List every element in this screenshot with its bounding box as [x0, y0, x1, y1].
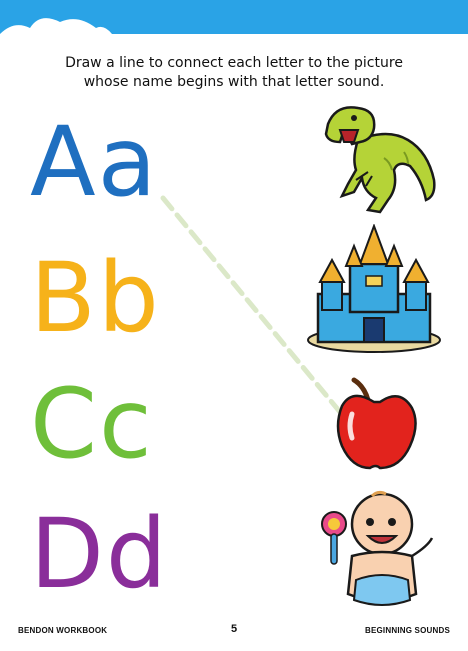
letter-b[interactable]: Bb	[30, 248, 161, 348]
footer-section-title: BEGINNING SOUNDS	[365, 626, 450, 635]
instructions: Draw a line to connect each letter to th…	[0, 54, 468, 92]
sky-header-band	[0, 0, 468, 34]
castle-icon[interactable]	[304, 224, 444, 356]
letter-a[interactable]: Aa	[30, 112, 159, 212]
baby-icon[interactable]	[312, 484, 440, 612]
letter-d[interactable]: Dd	[30, 504, 169, 604]
dinosaur-icon[interactable]	[318, 100, 440, 216]
apple-icon[interactable]	[334, 376, 420, 472]
instructions-line-2: whose name begins with that letter sound…	[83, 74, 385, 90]
instructions-line-1: Draw a line to connect each letter to th…	[65, 55, 403, 71]
letter-c[interactable]: Cc	[30, 374, 154, 474]
workbook-page: Draw a line to connect each letter to th…	[0, 0, 468, 651]
